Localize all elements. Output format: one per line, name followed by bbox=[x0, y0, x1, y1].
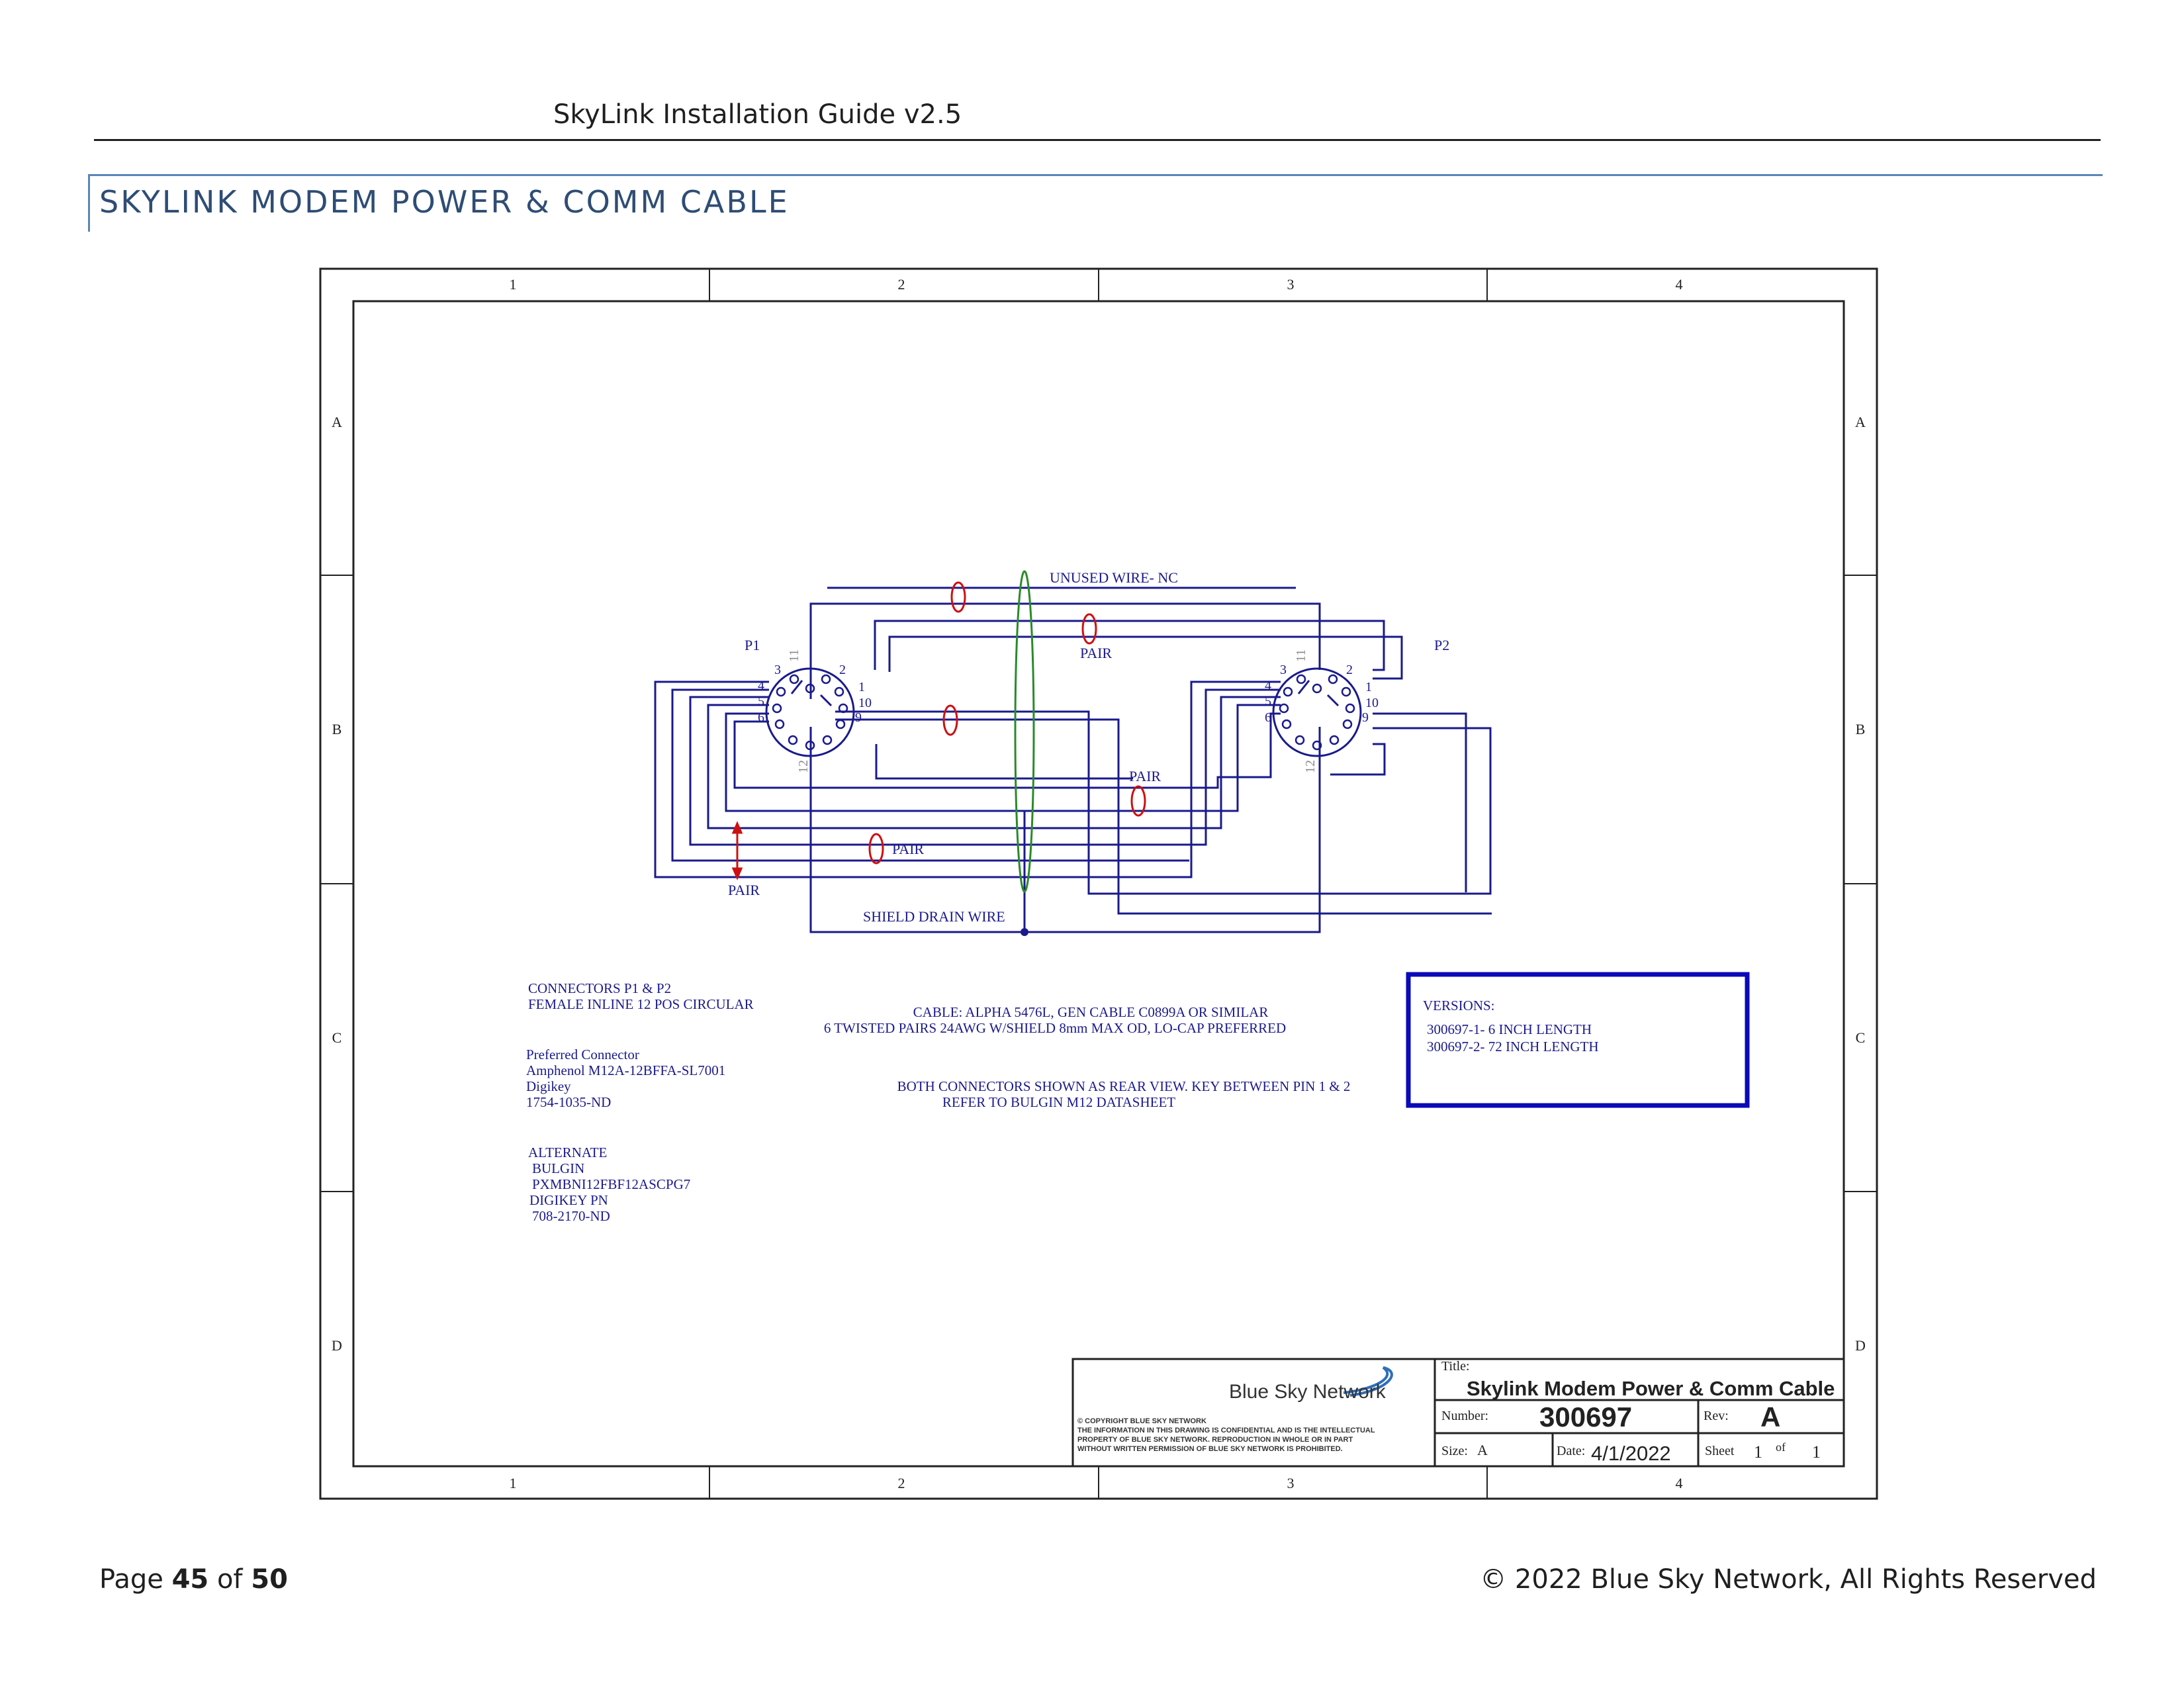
copyright-line3: PROPERTY OF BLUE SKY NETWORK. REPRODUCTI… bbox=[1077, 1436, 1353, 1444]
p1-pin-11: 11 bbox=[787, 649, 801, 662]
p1-pin-3: 3 bbox=[774, 663, 781, 677]
p2-pin-6: 6 bbox=[1265, 710, 1271, 725]
note-connectors-line2: FEMALE INLINE 12 POS CIRCULAR bbox=[528, 996, 754, 1012]
zone-col-3-bottom: 3 bbox=[1287, 1475, 1295, 1491]
label-pair-middle: PAIR bbox=[1129, 768, 1161, 784]
footer-page-number: Page 45 of 50 bbox=[99, 1564, 288, 1595]
tb-sheet-value: 1 bbox=[1754, 1442, 1762, 1462]
note-alternate-line3: PXMBNI12FBF12ASCPG7 bbox=[532, 1176, 690, 1192]
tb-rev-value: A bbox=[1760, 1401, 1780, 1432]
copyright-line1: © COPYRIGHT BLUE SKY NETWORK bbox=[1077, 1417, 1206, 1425]
p1-pin-9: 9 bbox=[855, 710, 862, 725]
zone-row-b-left: B bbox=[332, 721, 342, 737]
tb-title-label: Title: bbox=[1441, 1359, 1470, 1374]
label-shield-drain: SHIELD DRAIN WIRE bbox=[863, 908, 1005, 925]
label-pair-top: PAIR bbox=[1080, 645, 1112, 661]
p1-pin-1: 1 bbox=[858, 680, 865, 694]
drawing-inner-frame bbox=[352, 300, 1845, 1468]
note-alternate-line1: ALTERNATE bbox=[528, 1145, 607, 1160]
tb-size-value: A bbox=[1477, 1442, 1488, 1458]
tb-sheets-value: 1 bbox=[1812, 1442, 1821, 1462]
versions-line2: 300697-2- 72 INCH LENGTH bbox=[1427, 1039, 1599, 1055]
tb-of-label: of bbox=[1776, 1440, 1786, 1454]
p1-pin-6: 6 bbox=[758, 710, 764, 725]
p2-pin-4: 4 bbox=[1265, 679, 1271, 693]
tb-size-label: Size: bbox=[1441, 1444, 1468, 1458]
label-pair-left: PAIR bbox=[728, 882, 760, 898]
p2-pin-3: 3 bbox=[1280, 663, 1287, 677]
tb-number-label: Number: bbox=[1441, 1409, 1488, 1423]
note-view-line2: REFER TO BULGIN M12 DATASHEET bbox=[942, 1094, 1175, 1110]
cable-drawing: 1 2 3 4 1 2 3 4 A B C D A B C D 3 2 4 5 … bbox=[319, 267, 1878, 1500]
p2-pin-1: 1 bbox=[1365, 680, 1372, 694]
zone-row-d-right: D bbox=[1855, 1337, 1866, 1354]
note-preferred-line2: Amphenol M12A-12BFFA-SL7001 bbox=[526, 1062, 725, 1078]
shield-drain-node bbox=[1021, 928, 1028, 936]
note-view-line1: BOTH CONNECTORS SHOWN AS REAR VIEW. KEY … bbox=[897, 1078, 1351, 1094]
footer-page-current: 45 bbox=[171, 1564, 209, 1595]
company-logo: Blue Sky Network bbox=[1229, 1366, 1393, 1403]
p1-pin-4: 4 bbox=[758, 679, 764, 693]
p2-pin-2: 2 bbox=[1346, 663, 1353, 677]
note-cable-line2: 6 TWISTED PAIRS 24AWG W/SHIELD 8mm MAX O… bbox=[824, 1020, 1286, 1036]
label-unused-wire: UNUSED WIRE- NC bbox=[1050, 569, 1178, 586]
zone-row-a-left: A bbox=[332, 414, 342, 430]
wiring bbox=[654, 586, 1492, 933]
versions-heading: VERSIONS: bbox=[1423, 998, 1495, 1013]
tb-number-value: 300697 bbox=[1539, 1401, 1632, 1432]
zone-row-d-left: D bbox=[332, 1337, 342, 1354]
note-alternate-line2: BULGIN bbox=[532, 1160, 584, 1176]
versions-line1: 300697-1- 6 INCH LENGTH bbox=[1427, 1021, 1592, 1037]
zone-row-a-right: A bbox=[1855, 414, 1866, 430]
zone-row-b-right: B bbox=[1856, 721, 1866, 737]
label-p2: P2 bbox=[1434, 637, 1449, 653]
p1-pin-5: 5 bbox=[758, 694, 764, 709]
pair-rings bbox=[868, 581, 1146, 865]
footer-page-prefix: Page bbox=[99, 1564, 163, 1595]
zone-dividers bbox=[320, 269, 1877, 1499]
label-pair-bottom: PAIR bbox=[892, 841, 924, 857]
p1-pin-12: 12 bbox=[796, 760, 811, 773]
copyright-line2: THE INFORMATION IN THIS DRAWING IS CONFI… bbox=[1077, 1427, 1375, 1434]
note-cable-line1: CABLE: ALPHA 5476L, GEN CABLE C0899A OR … bbox=[913, 1004, 1269, 1020]
copyright-line4: WITHOUT WRITTEN PERMISSION OF BLUE SKY N… bbox=[1077, 1445, 1343, 1453]
note-connectors-line1: CONNECTORS P1 & P2 bbox=[528, 980, 671, 996]
note-preferred-line3: Digikey bbox=[526, 1078, 571, 1094]
zone-row-c-left: C bbox=[332, 1029, 342, 1046]
zone-row-c-right: C bbox=[1856, 1029, 1866, 1046]
zone-col-3-top: 3 bbox=[1287, 276, 1295, 293]
p1-pin-10: 10 bbox=[858, 696, 872, 710]
zone-col-2-bottom: 2 bbox=[898, 1475, 905, 1491]
note-preferred-line1: Preferred Connector bbox=[526, 1047, 639, 1062]
note-alternate-line4: DIGIKEY PN bbox=[529, 1192, 608, 1208]
connector-p2 bbox=[1272, 667, 1362, 757]
p2-pin-10: 10 bbox=[1365, 696, 1379, 710]
note-alternate-line5: 708-2170-ND bbox=[532, 1208, 610, 1224]
logo-company-name: Blue Sky Network bbox=[1229, 1381, 1387, 1403]
drawing-outer-frame bbox=[319, 267, 1878, 1500]
zone-col-1-bottom: 1 bbox=[510, 1475, 517, 1491]
note-preferred-line4: 1754-1035-ND bbox=[526, 1094, 611, 1110]
tb-rev-label: Rev: bbox=[1704, 1409, 1729, 1423]
label-p1: P1 bbox=[745, 637, 760, 653]
tb-date-value: 4/1/2022 bbox=[1591, 1442, 1671, 1465]
p1-pin-2: 2 bbox=[839, 663, 846, 677]
p2-pin-12: 12 bbox=[1303, 760, 1318, 773]
tb-title-value: Skylink Modem Power & Comm Cable bbox=[1467, 1377, 1835, 1400]
zone-col-4-bottom: 4 bbox=[1676, 1475, 1683, 1491]
zone-col-2-top: 2 bbox=[898, 276, 905, 293]
tb-date-label: Date: bbox=[1557, 1444, 1585, 1458]
footer-page-of: of bbox=[216, 1564, 243, 1595]
footer-copyright: © 2022 Blue Sky Network, All Rights Rese… bbox=[1480, 1564, 2097, 1595]
p2-pin-5: 5 bbox=[1265, 694, 1271, 709]
zone-col-1-top: 1 bbox=[510, 276, 517, 293]
p2-pin-11: 11 bbox=[1294, 649, 1308, 662]
zone-col-4-top: 4 bbox=[1676, 276, 1683, 293]
p2-pin-9: 9 bbox=[1362, 710, 1369, 725]
tb-sheet-label: Sheet bbox=[1705, 1444, 1735, 1458]
pair-arrow bbox=[731, 821, 743, 880]
footer-page-total: 50 bbox=[251, 1564, 288, 1595]
